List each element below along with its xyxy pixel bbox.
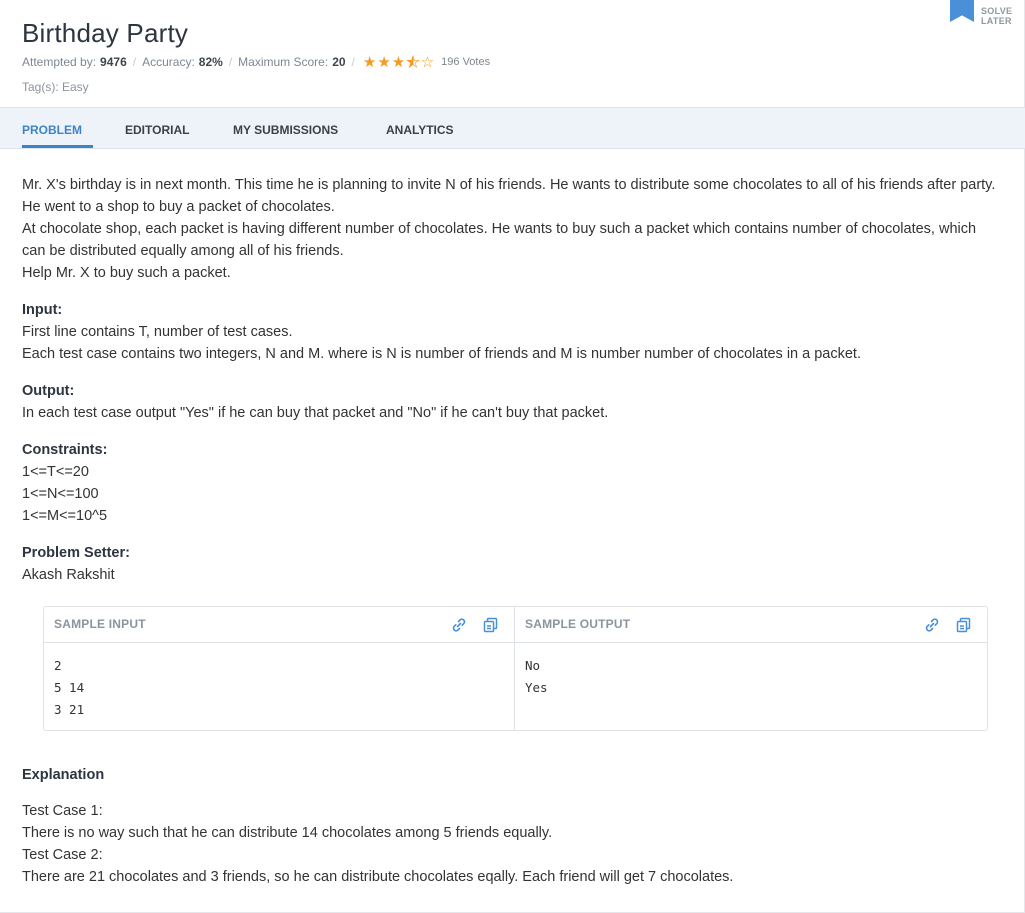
- sample-input-title: SAMPLE INPUT: [54, 617, 146, 631]
- solve-later-label: SOLVE LATER: [981, 6, 1013, 26]
- statement-paragraph: Mr. X's birthday is in next month. This …: [22, 177, 996, 215]
- sample-output-header: SAMPLE OUTPUT: [515, 607, 987, 643]
- star-icon[interactable]: ★: [392, 54, 406, 71]
- explanation-line: Test Case 1:: [22, 803, 103, 819]
- sample-io: SAMPLE INPUT 2 5 14 3 21 SAMPLE OUTPUT N…: [43, 606, 988, 731]
- constraints-section: Constraints: 1<=T<=20 1<=N<=100 1<=M<=10…: [22, 439, 1002, 527]
- output-line: In each test case output "Yes" if he can…: [22, 405, 609, 421]
- bookmark-icon: [950, 0, 974, 22]
- votes-count: 196 Votes: [441, 56, 491, 68]
- sample-input-header: SAMPLE INPUT: [44, 607, 514, 643]
- meta-separator: /: [132, 55, 137, 69]
- problem-tags: Tag(s): Easy: [22, 80, 89, 94]
- problem-tabs: PROBLEM EDITORIAL MY SUBMISSIONS ANALYTI…: [0, 107, 1025, 149]
- constraint-line: 1<=M<=10^5: [22, 508, 108, 524]
- problem-page: Birthday Party Attempted by: 9476 / Accu…: [0, 0, 1025, 913]
- problem-meta: Attempted by: 9476 / Accuracy: 82% / Max…: [22, 53, 491, 72]
- meta-separator: /: [228, 55, 233, 69]
- tab-problem[interactable]: PROBLEM: [22, 108, 93, 148]
- problem-header: Birthday Party Attempted by: 9476 / Accu…: [0, 0, 1025, 107]
- sample-input-actions: [450, 616, 500, 634]
- constraint-line: 1<=N<=100: [22, 486, 99, 502]
- explanation-heading: Explanation: [22, 767, 105, 783]
- setter-heading: Problem Setter:: [22, 545, 130, 561]
- link-icon[interactable]: [923, 616, 941, 634]
- attempted-label: Attempted by:: [22, 55, 97, 69]
- statement-intro: Mr. X's birthday is in next month. This …: [22, 174, 1002, 284]
- tab-analytics[interactable]: ANALYTICS: [386, 108, 454, 148]
- explanation-line: Test Case 2:: [22, 847, 103, 863]
- meta-separator: /: [351, 55, 355, 69]
- star-icon[interactable]: ★: [377, 54, 391, 71]
- star-icon[interactable]: ★: [363, 54, 377, 71]
- problem-title: Birthday Party: [22, 18, 189, 48]
- max-score-label: Maximum Score:: [238, 55, 329, 69]
- explanation-line: There are 21 chocolates and 3 friends, s…: [22, 869, 734, 885]
- sample-output-actions: [923, 616, 973, 634]
- input-section: Input: First line contains T, number of …: [22, 299, 1002, 365]
- sample-output-panel: SAMPLE OUTPUT No Yes: [515, 607, 987, 730]
- constraint-line: 1<=T<=20: [22, 464, 89, 480]
- output-heading: Output:: [22, 383, 75, 399]
- sample-input-panel: SAMPLE INPUT 2 5 14 3 21: [44, 607, 515, 730]
- tab-editorial[interactable]: EDITORIAL: [125, 108, 189, 148]
- input-line: Each test case contains two integers, N …: [22, 346, 861, 362]
- sample-input-text: 2 5 14 3 21: [54, 658, 85, 717]
- attempted-value: 9476: [100, 55, 127, 69]
- link-icon[interactable]: [450, 616, 468, 634]
- explanation-line: There is no way such that he can distrib…: [22, 825, 553, 841]
- sample-output-title: SAMPLE OUTPUT: [525, 617, 631, 631]
- solve-later-button[interactable]: SOLVE LATER: [950, 0, 1022, 30]
- star-rating[interactable]: ★★★★☆: [363, 53, 435, 72]
- accuracy-value: 82%: [198, 55, 223, 69]
- star-icon[interactable]: ☆: [421, 54, 435, 71]
- star-icon[interactable]: ★: [406, 54, 420, 72]
- explanation-section: Explanation Test Case 1: There is no way…: [22, 764, 1002, 888]
- input-line: First line contains T, number of test ca…: [22, 324, 293, 340]
- sample-output-text: No Yes: [525, 658, 548, 695]
- accuracy-label: Accuracy:: [142, 55, 195, 69]
- setter-section: Problem Setter: Akash Rakshit: [22, 542, 1002, 586]
- statement-paragraph: Help Mr. X to buy such a packet.: [22, 265, 231, 281]
- statement-paragraph: At chocolate shop, each packet is having…: [22, 221, 977, 259]
- problem-statement: Mr. X's birthday is in next month. This …: [22, 174, 1002, 601]
- copy-icon[interactable]: [482, 616, 500, 634]
- max-score-value: 20: [332, 55, 346, 69]
- copy-icon[interactable]: [955, 616, 973, 634]
- input-heading: Input:: [22, 302, 63, 318]
- output-section: Output: In each test case output "Yes" i…: [22, 380, 1002, 424]
- setter-name: Akash Rakshit: [22, 567, 115, 583]
- tab-my-submissions[interactable]: MY SUBMISSIONS: [233, 108, 338, 148]
- constraints-heading: Constraints:: [22, 442, 108, 458]
